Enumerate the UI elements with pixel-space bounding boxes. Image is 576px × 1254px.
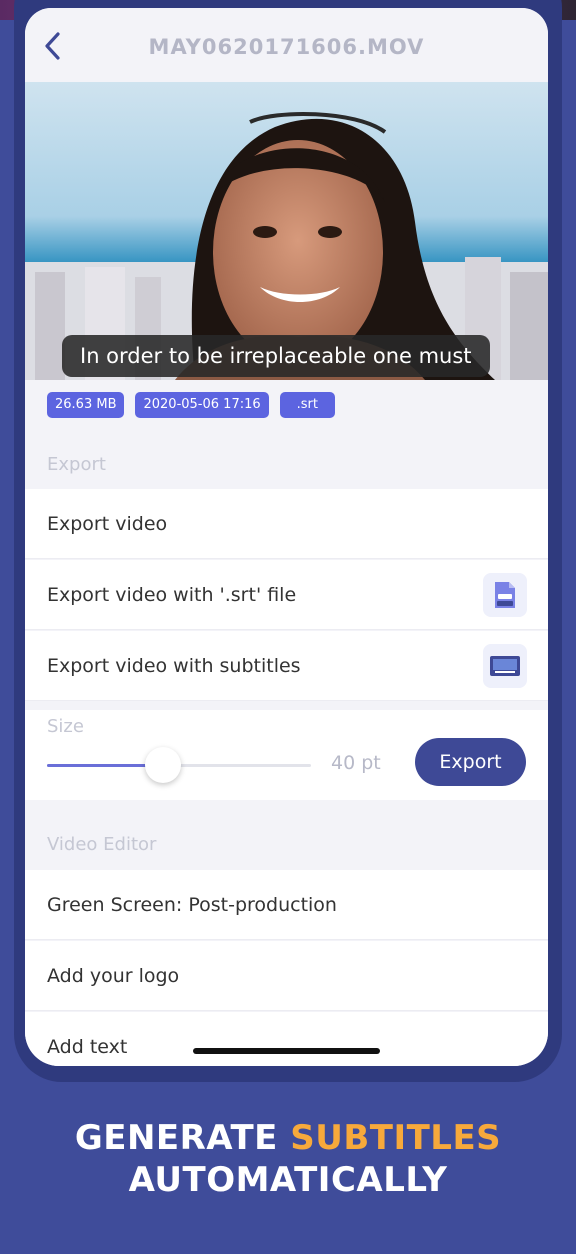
export-srt-row[interactable]: Export video with '.srt' file (25, 560, 548, 630)
file-size-badge: 26.63 MB (47, 392, 125, 418)
add-logo-row[interactable]: Add your logo (25, 941, 548, 1011)
promo-line-1: GENERATE SUBTITLES (0, 1118, 576, 1158)
subtitle-overlay: In order to be irreplaceable one must (62, 335, 490, 377)
nav-bar: MAY0620171606.MOV (25, 8, 548, 82)
row-label: Export video with '.srt' file (47, 584, 297, 606)
video-editor-section-label: Video Editor (47, 834, 157, 855)
row-label: Export video (47, 513, 168, 535)
promo-prefix: GENERATE (74, 1118, 278, 1158)
export-section-label: Export (47, 454, 106, 475)
size-value: 40 pt (331, 752, 381, 774)
slider-thumb[interactable] (145, 747, 182, 783)
size-slider[interactable] (47, 747, 311, 783)
srt-file-icon (483, 573, 527, 617)
export-video-row[interactable]: Export video (25, 489, 548, 559)
format-badge: .srt (279, 392, 335, 418)
app-screen: MAY0620171606.MOV In order to be irrepla… (25, 8, 548, 1066)
home-indicator (193, 1048, 380, 1054)
promo-line-2: AUTOMATICALLY (128, 1160, 448, 1200)
promo-accent: SUBTITLES (290, 1118, 502, 1158)
page-title: MAY0620171606.MOV (148, 35, 425, 59)
subtitle-size-panel: Size 40 pt Export (25, 710, 548, 800)
file-info-tags: 26.63 MB 2020-05-06 17:16 .srt (47, 392, 335, 418)
export-subtitles-row[interactable]: Export video with subtitles (25, 631, 548, 701)
export-button[interactable]: Export (415, 738, 526, 786)
add-text-row[interactable]: Add text (25, 1012, 548, 1066)
size-label: Size (47, 716, 84, 737)
subtitles-icon (483, 644, 527, 688)
row-label: Add text (47, 1036, 128, 1058)
row-label: Export video with subtitles (47, 655, 301, 677)
row-label: Green Screen: Post-production (47, 894, 337, 916)
video-preview[interactable]: In order to be irreplaceable one must (25, 82, 548, 380)
green-screen-row[interactable]: Green Screen: Post-production (25, 870, 548, 940)
file-date-badge: 2020-05-06 17:16 (135, 392, 269, 418)
row-label: Add your logo (47, 965, 180, 987)
